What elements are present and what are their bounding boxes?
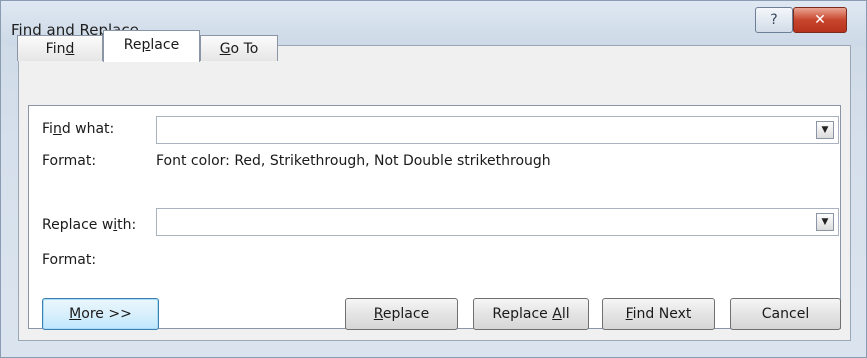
find-what-input[interactable] — [157, 117, 819, 143]
replace-with-dropdown-button[interactable]: ▼ — [816, 213, 834, 231]
help-icon: ? — [770, 12, 778, 28]
chevron-down-icon: ▼ — [821, 125, 829, 135]
tab-find-mnemonic: d — [65, 41, 75, 57]
close-icon: ✕ — [814, 12, 826, 28]
cancel-button[interactable]: Cancel — [730, 298, 841, 330]
chevron-down-icon: ▼ — [821, 217, 829, 227]
tab-goto-label: o To — [230, 41, 259, 57]
tab-find[interactable]: Find — [17, 35, 103, 61]
replace-with-label: Replace with: — [42, 217, 137, 233]
close-button[interactable]: ✕ — [793, 7, 847, 33]
replace-with-input[interactable] — [157, 209, 819, 235]
replace-with-combobox[interactable]: ▼ — [156, 208, 839, 236]
tab-replace-label-rest: lace — [150, 37, 180, 53]
replace-format-label: Format: — [42, 252, 97, 268]
tab-find-label: Fin — [45, 41, 66, 57]
find-what-combobox[interactable]: ▼ — [156, 116, 839, 144]
tab-goto[interactable]: Go To — [200, 35, 278, 61]
tab-goto-mnemonic: G — [219, 41, 231, 57]
find-what-dropdown-button[interactable]: ▼ — [816, 121, 834, 139]
help-button[interactable]: ? — [755, 7, 793, 33]
tab-replace[interactable]: Replace — [103, 30, 200, 62]
more-button[interactable]: More >> — [42, 298, 159, 330]
find-what-label: Find what: — [42, 121, 115, 137]
find-next-button[interactable]: Find Next — [602, 298, 715, 330]
tab-replace-label: Re — [123, 37, 142, 53]
replace-button[interactable]: Replace — [345, 298, 458, 330]
find-format-value: Font color: Red, Strikethrough, Not Doub… — [156, 153, 551, 169]
find-format-label: Format: — [42, 153, 97, 169]
replace-all-button[interactable]: Replace All — [473, 298, 589, 330]
find-replace-dialog: Find and Replace ? ✕ Find Replace Go To … — [0, 0, 867, 358]
